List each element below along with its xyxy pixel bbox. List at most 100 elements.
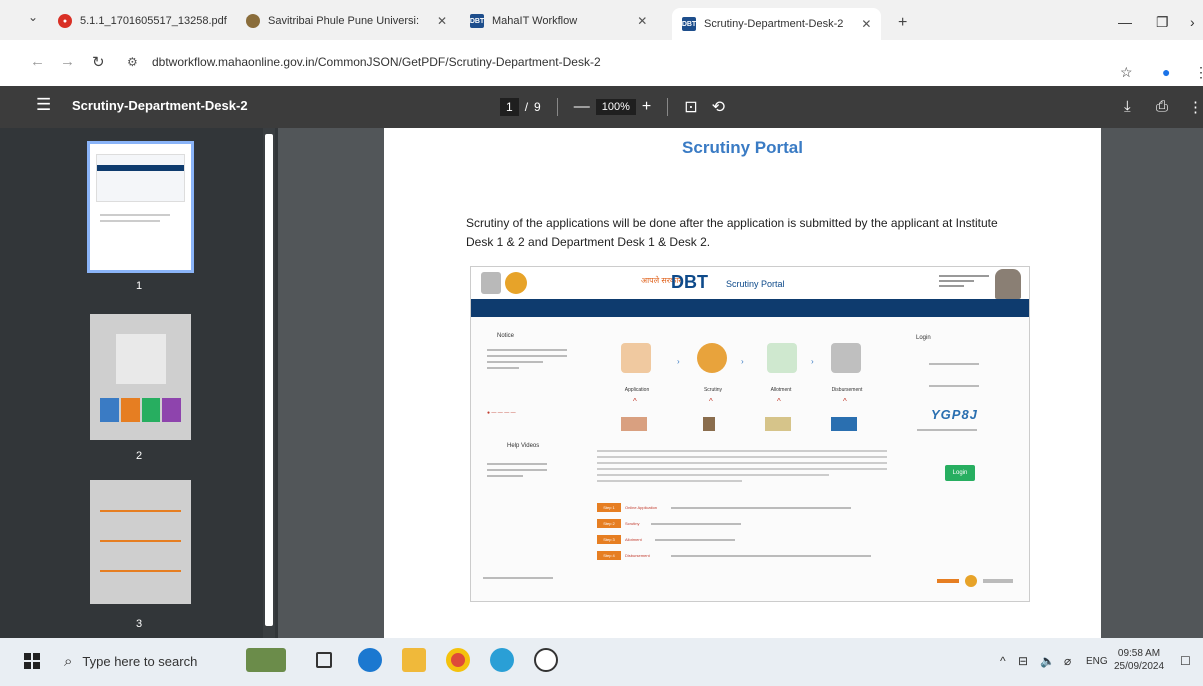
pdf-page: Scrutiny Portal Scrutiny of the applicat… bbox=[384, 128, 1101, 638]
portrait-image bbox=[995, 269, 1021, 299]
close-icon[interactable]: ✕ bbox=[437, 14, 447, 28]
print-icon[interactable]: ⎙ bbox=[1156, 98, 1168, 115]
allotment-icon bbox=[767, 343, 797, 373]
clock-time: 09:58 AM bbox=[1117, 648, 1161, 659]
tab-title: Scrutiny-Department-Desk-2 bbox=[704, 18, 844, 30]
app-icon[interactable] bbox=[490, 648, 514, 672]
embedded-header-text bbox=[939, 275, 989, 291]
toolbar-divider bbox=[556, 98, 558, 116]
page-number-input[interactable]: 1 bbox=[500, 98, 519, 116]
notifications-icon[interactable]: ☐ bbox=[1180, 654, 1191, 668]
photos-icon[interactable] bbox=[534, 648, 558, 672]
thumbnail-page-3[interactable] bbox=[90, 480, 191, 604]
step-arrow-icon: › bbox=[811, 357, 814, 366]
sidebar-scrollbar-thumb[interactable] bbox=[265, 134, 273, 626]
site-info-icon[interactable]: ⚙ bbox=[127, 55, 138, 69]
thumbnail-label: 1 bbox=[135, 280, 143, 292]
page-controls: 1 / 9 — 100% + ⊡ ⟲ bbox=[500, 97, 725, 117]
page-total: 9 bbox=[534, 100, 541, 114]
zoom-in-button[interactable]: + bbox=[642, 98, 651, 116]
thumbnail-label: 3 bbox=[135, 618, 143, 630]
step-badge: Step 4 bbox=[597, 551, 621, 560]
chrome-icon[interactable] bbox=[446, 648, 470, 672]
edge-icon[interactable] bbox=[358, 648, 382, 672]
tab-mahait[interactable]: DBT MahaIT Workflow ✕ bbox=[470, 8, 647, 34]
tray-chevron-icon[interactable]: ^ bbox=[1000, 654, 1006, 668]
page-body-text: Scrutiny of the applications will be don… bbox=[466, 216, 998, 249]
step-badge: Step 3 bbox=[597, 535, 621, 544]
forward-arrow-icon[interactable]: → bbox=[60, 53, 75, 70]
step-arrow-icon: › bbox=[741, 357, 744, 366]
close-icon[interactable]: ✕ bbox=[861, 17, 871, 31]
embedded-screenshot: आपले सरकार DBT Scrutiny Portal Notice ● … bbox=[470, 266, 1030, 602]
new-tab-plus-icon[interactable]: + bbox=[898, 14, 907, 32]
thumbnail-text-line bbox=[100, 510, 181, 512]
step-label: Scrutiny bbox=[703, 387, 723, 393]
close-icon[interactable]: ✕ bbox=[637, 14, 647, 28]
officer-icon bbox=[703, 417, 715, 431]
thumbnail-bar bbox=[97, 165, 184, 171]
embedded-description-lines bbox=[597, 450, 887, 486]
step-label: Application bbox=[624, 387, 650, 393]
address-bar: ← → ↻ ⚙ dbtworkflow.mahaonline.gov.in/Co… bbox=[0, 40, 1203, 86]
step-text: Online Application bbox=[625, 505, 658, 510]
toolbar-divider bbox=[667, 98, 669, 116]
embedded-login-fields bbox=[929, 385, 979, 391]
step-text: Disbursement bbox=[625, 553, 650, 558]
tab-pdf[interactable]: ● 5.1.1_1701605517_13258.pdf ✕ bbox=[58, 8, 255, 34]
more-options-icon[interactable]: ⋮ bbox=[1188, 98, 1203, 116]
application-icon bbox=[621, 343, 651, 373]
menu-kebab-icon[interactable]: ⋮ bbox=[1194, 64, 1203, 81]
page-area: Scrutiny Portal Scrutiny of the applicat… bbox=[278, 128, 1203, 638]
minimize-icon[interactable]: — bbox=[1118, 14, 1132, 30]
profile-icon[interactable]: ● bbox=[1162, 64, 1170, 80]
clock[interactable]: 09:58 AM 25/09/2024 bbox=[1114, 647, 1164, 673]
restore-icon[interactable]: ❐ bbox=[1156, 14, 1169, 31]
taskbar-search[interactable]: ⌕ Type here to search bbox=[64, 653, 197, 670]
step-badge: Step 2 bbox=[597, 519, 621, 528]
step-line bbox=[651, 523, 741, 525]
step-arrow-icon: › bbox=[677, 357, 680, 366]
tab-university[interactable]: Savitribai Phule Pune Universi: ✕ bbox=[246, 8, 447, 34]
tab-strip: ⌄ ● 5.1.1_1701605517_13258.pdf ✕ Savitri… bbox=[0, 0, 1203, 40]
bookmark-star-icon[interactable]: ☆ bbox=[1120, 64, 1133, 81]
download-icon[interactable]: ⤓ bbox=[1124, 98, 1131, 115]
thumbnail-page-1[interactable] bbox=[87, 141, 194, 273]
thumbnail-text-line bbox=[100, 220, 160, 222]
windows-start-icon[interactable] bbox=[24, 653, 40, 669]
back-arrow-icon[interactable]: ← bbox=[30, 53, 45, 70]
tab-search-chevron-icon[interactable]: ⌄ bbox=[28, 10, 38, 24]
file-explorer-icon[interactable] bbox=[402, 648, 426, 672]
thumbnail-text-line bbox=[100, 570, 181, 572]
tab-scrutiny[interactable]: DBT Scrutiny-Department-Desk-2 ✕ bbox=[672, 8, 882, 40]
url-field[interactable]: dbtworkflow.mahaonline.gov.in/CommonJSON… bbox=[152, 55, 601, 69]
disbursement-icon bbox=[831, 343, 861, 373]
pen-icon[interactable]: ⌀ bbox=[1064, 654, 1071, 668]
bank-icon bbox=[831, 417, 857, 431]
reload-icon[interactable]: ↻ bbox=[92, 53, 105, 71]
network-icon[interactable]: ⊟ bbox=[1018, 654, 1028, 668]
zoom-level-input[interactable]: 100% bbox=[595, 99, 636, 115]
page-separator: / bbox=[524, 100, 529, 114]
embedded-help-heading: Help Videos bbox=[507, 443, 540, 449]
screen: ⌄ ● 5.1.1_1701605517_13258.pdf ✕ Savitri… bbox=[0, 0, 1203, 686]
fit-page-icon[interactable]: ⊡ bbox=[684, 97, 697, 117]
volume-icon[interactable]: 🔈 bbox=[1040, 654, 1055, 668]
language-indicator[interactable]: ENG bbox=[1086, 656, 1108, 667]
rotate-icon[interactable]: ⟲ bbox=[712, 97, 725, 117]
thumbnail-page-2[interactable] bbox=[90, 314, 191, 440]
embedded-login-heading: Login bbox=[916, 335, 931, 341]
dbt-logo: DBT bbox=[671, 272, 708, 292]
zoom-out-button[interactable]: — bbox=[574, 98, 590, 116]
embedded-captcha: YGP8J bbox=[931, 407, 978, 422]
university-icon bbox=[246, 14, 260, 28]
embedded-footer-text bbox=[483, 577, 553, 583]
caret-up-icon: ^ bbox=[843, 397, 847, 406]
close-window-icon[interactable]: › bbox=[1190, 14, 1195, 30]
task-view-icon[interactable] bbox=[316, 652, 332, 668]
thumbnail-tiles bbox=[100, 398, 181, 422]
news-widget-icon[interactable] bbox=[246, 648, 286, 672]
step-line bbox=[671, 507, 851, 509]
menu-hamburger-icon[interactable]: ☰ bbox=[36, 95, 51, 115]
pdf-icon: ● bbox=[58, 14, 72, 28]
